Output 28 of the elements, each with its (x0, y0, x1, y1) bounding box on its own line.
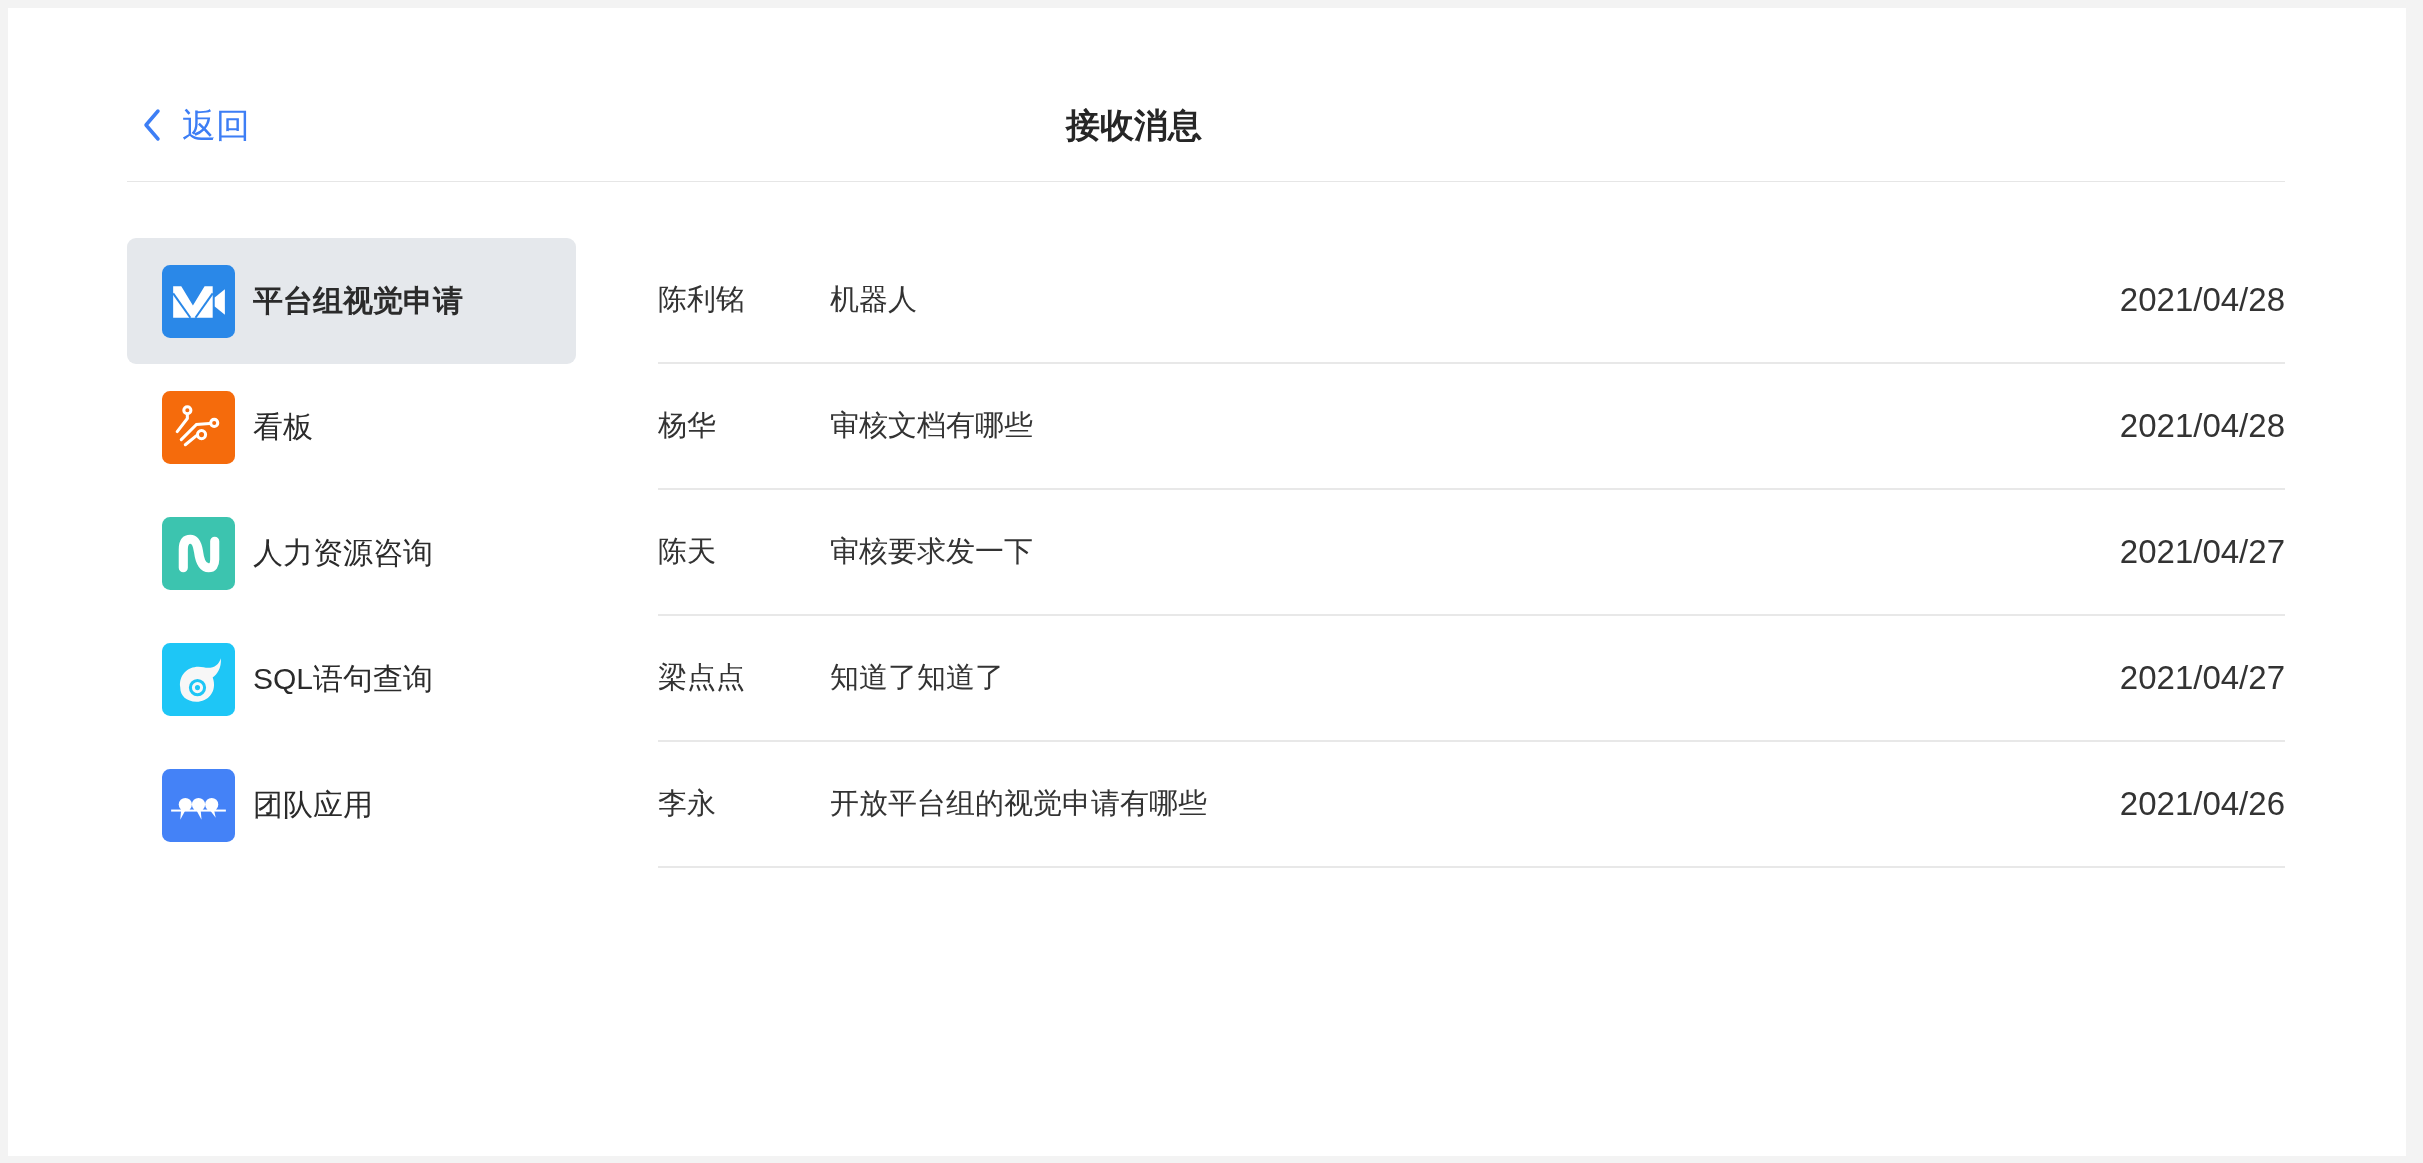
circuit-icon (162, 390, 235, 464)
message-text: 审核文档有哪些 (830, 408, 1034, 443)
sidebar-item[interactable]: 平台组视觉申请 (127, 238, 576, 364)
sidebar-item[interactable]: 看板 (127, 364, 576, 490)
chevron-left-icon (142, 108, 162, 143)
back-button[interactable]: 返回 (142, 105, 250, 146)
message-date: 2021/04/28 (2119, 281, 2285, 319)
video-camera-icon (162, 264, 235, 338)
message-text: 审核要求发一下 (830, 534, 1034, 569)
swirl-icon (162, 642, 235, 716)
page-title: 接收消息 (1066, 104, 1202, 146)
ribbon-icon (162, 516, 235, 590)
message-date: 2021/04/26 (2119, 785, 2285, 823)
message-date: 2021/04/27 (2119, 659, 2285, 697)
message-text: 机器人 (830, 282, 918, 317)
sidebar-item[interactable]: 团队应用 (127, 742, 576, 868)
sender-name: 陈天 (658, 534, 717, 569)
sender-name: 李永 (658, 786, 717, 821)
sender-name: 陈利铭 (658, 282, 746, 317)
message-text: 开放平台组的视觉申请有哪些 (830, 786, 1208, 821)
sender-name: 杨华 (658, 408, 717, 443)
sidebar-item[interactable]: SQL语句查询 (127, 616, 576, 742)
message-date: 2021/04/27 (2119, 533, 2285, 571)
message-date: 2021/04/28 (2119, 407, 2285, 445)
sidebar-item[interactable]: 人力资源咨询 (127, 490, 576, 616)
sender-name: 梁点点 (658, 660, 746, 695)
people-icon (162, 768, 235, 842)
message-text: 知道了知道了 (830, 660, 1005, 695)
